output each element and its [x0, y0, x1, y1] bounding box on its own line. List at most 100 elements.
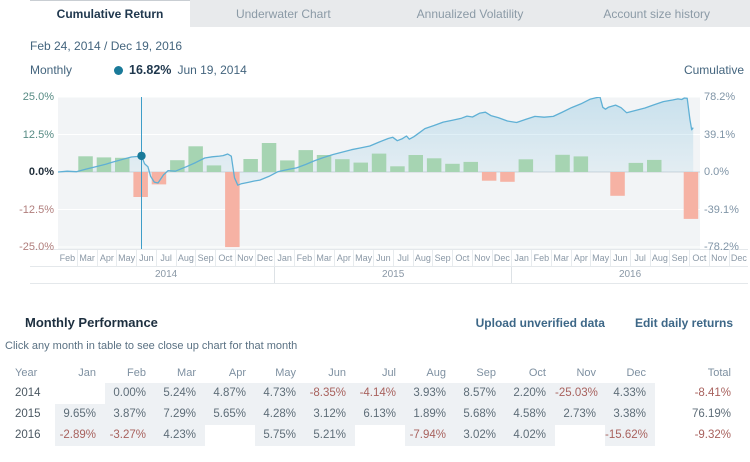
- table-header-cell: Jun: [305, 363, 355, 383]
- positive-month-bar: [628, 162, 644, 172]
- negative-month-bar: [481, 172, 497, 181]
- month-cell[interactable]: 2.20%: [505, 383, 555, 404]
- month-cell[interactable]: 5.65%: [205, 404, 255, 425]
- tooltip-dot-icon: [114, 65, 124, 75]
- month-cell[interactable]: -7.94%: [405, 425, 455, 446]
- month-tick-label: Jun: [373, 250, 393, 266]
- monthly-performance-section: Monthly Performance Upload unverified da…: [0, 315, 750, 446]
- month-cell[interactable]: 8.57%: [455, 383, 505, 404]
- year-tick-label: 2014: [154, 269, 178, 280]
- table-header-cell: May: [255, 363, 305, 383]
- month-cell: [205, 425, 255, 446]
- month-cell[interactable]: 5.68%: [455, 404, 505, 425]
- table-row: 2016 -2.89% -3.27% 4.23% 5.75% 5.21% -7.94% 3.0…: [15, 425, 733, 446]
- month-tick-label: Jun: [610, 250, 630, 266]
- table-header-cell: Sep: [455, 363, 505, 383]
- month-tick-label: Aug: [649, 250, 670, 266]
- positive-month-bar: [555, 154, 570, 173]
- month-tick-label: Sep: [669, 250, 689, 266]
- month-cell[interactable]: 5.21%: [305, 425, 355, 446]
- month-cell[interactable]: 5.24%: [155, 383, 205, 404]
- month-cell[interactable]: 3.87%: [105, 404, 155, 425]
- edit-daily-returns-link[interactable]: Edit daily returns: [635, 316, 733, 330]
- positive-month-bar: [353, 162, 368, 172]
- month-tick-label: Jul: [629, 250, 650, 266]
- month-cell[interactable]: -8.35%: [305, 383, 355, 404]
- month-tick-label: Feb: [59, 253, 76, 263]
- chart-tooltip: 16.82% Jun 19, 2014: [114, 63, 247, 77]
- month-cell[interactable]: 3.02%: [455, 425, 505, 446]
- chart-legend: Monthly 16.82% Jun 19, 2014 Cumulative: [30, 62, 744, 78]
- left-axis-label: -25.0%: [19, 241, 54, 253]
- month-cell[interactable]: 0.00%: [105, 383, 155, 404]
- month-tick-label: Aug: [412, 250, 433, 266]
- month-cell[interactable]: 4.02%: [505, 425, 555, 446]
- month-tick-label: Feb: [294, 250, 314, 266]
- left-axis-label: 0.0%: [28, 166, 54, 178]
- positive-month-bar: [445, 163, 460, 172]
- month-cell[interactable]: -3.27%: [105, 425, 155, 446]
- total-cell: -9.32%: [694, 429, 731, 441]
- tab-underwater-chart[interactable]: Underwater Chart: [190, 0, 377, 27]
- month-tick-label: Jul: [155, 250, 176, 266]
- upload-unverified-data-link[interactable]: Upload unverified data: [476, 316, 605, 330]
- month-cell[interactable]: -15.62%: [605, 425, 655, 446]
- year-labels-row: 2014 2015 2016: [30, 267, 748, 284]
- month-tick-label: Mar: [550, 250, 571, 266]
- positive-month-bar: [261, 143, 277, 172]
- left-axis-label: 25.0%: [22, 91, 54, 103]
- total-cell: 76.19%: [691, 408, 731, 420]
- month-tick-label: May: [590, 250, 610, 266]
- right-axis-label: -78.2%: [704, 241, 739, 253]
- table-header-cell: Feb: [105, 363, 155, 383]
- month-cell[interactable]: 4.58%: [505, 404, 555, 425]
- tooltip-value: 16.82%: [129, 63, 172, 77]
- month-cell[interactable]: 2.73%: [555, 404, 605, 425]
- month-cell[interactable]: 7.29%: [155, 404, 205, 425]
- positive-month-bar: [188, 146, 203, 172]
- tab-annualized-volatility[interactable]: Annualized Volatility: [376, 0, 564, 27]
- month-cell[interactable]: 4.23%: [155, 425, 205, 446]
- date-range: Feb 24, 2014 / Dec 19, 2016: [30, 39, 183, 53]
- month-cell[interactable]: -4.14%: [355, 383, 405, 404]
- month-cell[interactable]: -2.89%: [55, 425, 105, 446]
- total-cell: -8.41%: [694, 387, 731, 399]
- month-cell[interactable]: 4.87%: [205, 383, 255, 404]
- table-row: 2014 0.00% 5.24% 4.87% 4.73% -8.35% -4.14% 3.93…: [15, 383, 733, 404]
- month-cell[interactable]: 4.33%: [605, 383, 655, 404]
- month-tick-label: Nov: [234, 250, 255, 266]
- month-cell[interactable]: 6.13%: [355, 404, 405, 425]
- month-tick-label: Jan: [511, 250, 531, 266]
- table-header-cell: Oct: [505, 363, 555, 383]
- month-tick-label: May: [353, 250, 373, 266]
- month-tick-label: May: [116, 250, 136, 266]
- month-cell[interactable]: -25.03%: [555, 383, 605, 404]
- month-cell[interactable]: 9.65%: [55, 404, 105, 425]
- table-header-cell: Jul: [355, 363, 405, 383]
- cumulative-axis-label: Cumulative: [683, 63, 744, 77]
- month-tick-label: Feb: [531, 250, 551, 266]
- month-tick-label: Jan: [274, 250, 294, 266]
- month-cell[interactable]: 1.89%: [405, 404, 455, 425]
- chart-plot-area[interactable]: [57, 96, 700, 249]
- left-axis-label: 12.5%: [22, 128, 54, 141]
- negative-month-bar: [133, 172, 148, 197]
- tab-account-size-history[interactable]: Account size history: [563, 0, 750, 27]
- month-cell[interactable]: 3.12%: [305, 404, 355, 425]
- section-subtitle: Click any month in table to see close up…: [5, 340, 298, 352]
- month-cell[interactable]: 3.38%: [605, 404, 655, 425]
- cumulative-return-chart: 25.0% 12.5% 0.0% -12.5% -25.0% 78.2% 39.1% 0.0…: [0, 91, 750, 253]
- tab-cumulative-return[interactable]: Cumulative Return: [30, 0, 190, 27]
- table-header-cell: Total: [655, 363, 733, 383]
- positive-month-bar: [647, 159, 662, 172]
- month-cell[interactable]: 4.28%: [255, 404, 305, 425]
- positive-month-bar: [298, 150, 313, 172]
- month-cell[interactable]: 5.75%: [255, 425, 305, 446]
- month-cell[interactable]: 3.93%: [405, 383, 455, 404]
- month-cell[interactable]: 4.73%: [255, 383, 305, 404]
- right-axis-label: 0.0%: [704, 166, 730, 178]
- right-axis-label: -39.1%: [704, 203, 739, 216]
- month-tick-label: Jun: [136, 250, 156, 266]
- negative-month-bar: [610, 172, 625, 196]
- chart-x-axis: Feb Mar Apr May Jun Jul Aug Sep Oct Nov Dec Jan Feb M…: [30, 249, 748, 284]
